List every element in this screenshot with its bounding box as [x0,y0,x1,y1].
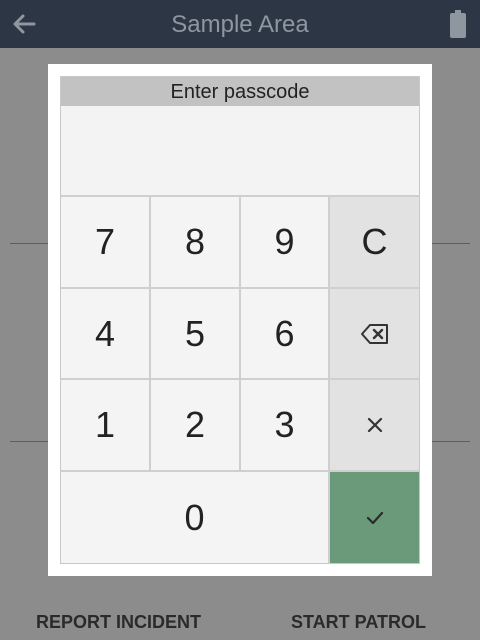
app-bar: Sample Area [0,0,480,48]
divider [430,441,470,442]
battery-icon [450,10,466,38]
key-9[interactable]: 9 [241,197,330,289]
key-0[interactable]: 0 [61,472,330,563]
backspace-icon [360,323,389,344]
backspace-button[interactable] [330,289,419,380]
report-incident-button[interactable]: REPORT INCIDENT [36,612,201,633]
dialog-title: Enter passcode [61,77,419,106]
start-patrol-button[interactable]: START PATROL [291,612,426,633]
divider [10,243,50,244]
passcode-dialog: Enter passcode 7 8 9 C 4 5 6 1 2 3 0 [48,64,432,576]
key-3[interactable]: 3 [241,380,330,472]
key-1[interactable]: 1 [61,380,151,472]
key-8[interactable]: 8 [151,197,241,289]
divider [430,243,470,244]
passcode-display [61,106,419,197]
key-2[interactable]: 2 [151,380,241,472]
page-title: Sample Area [171,11,309,38]
divider [10,441,50,442]
key-4[interactable]: 4 [61,289,151,380]
clear-button[interactable]: C [330,197,419,289]
key-7[interactable]: 7 [61,197,151,289]
check-icon [366,511,384,525]
close-icon [367,417,383,433]
confirm-button[interactable] [330,472,419,563]
key-6[interactable]: 6 [241,289,330,380]
key-5[interactable]: 5 [151,289,241,380]
keypad: Enter passcode 7 8 9 C 4 5 6 1 2 3 0 [60,76,420,564]
cancel-button[interactable] [330,380,419,472]
bottom-actions: REPORT INCIDENT START PATROL [0,600,480,640]
